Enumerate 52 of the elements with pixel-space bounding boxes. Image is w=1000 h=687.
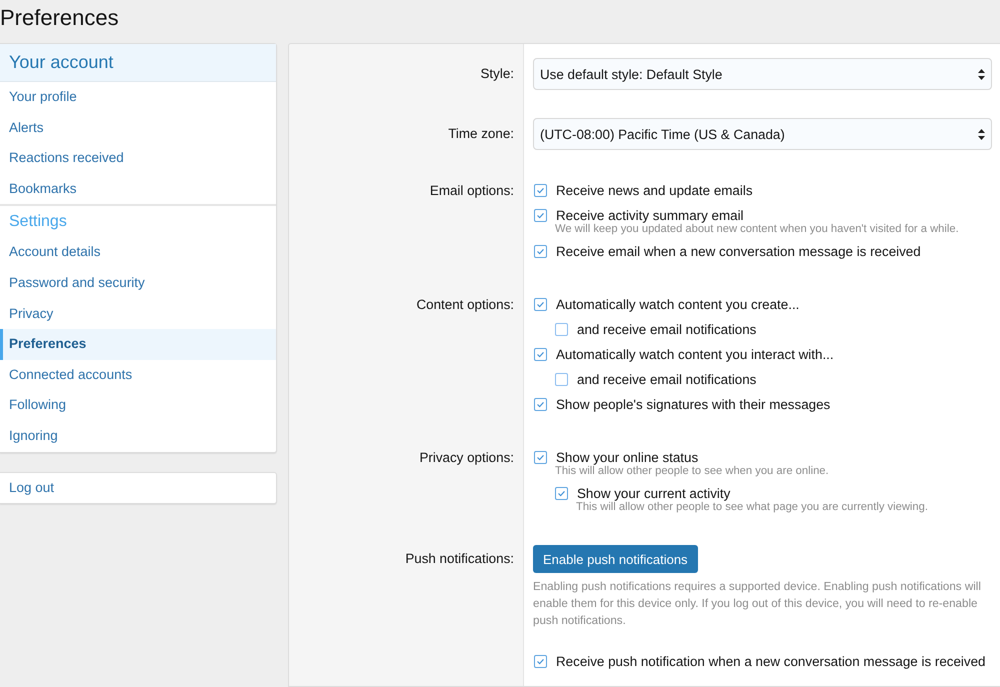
field-label: Style:: [480, 65, 515, 83]
checkbox[interactable]: [534, 451, 547, 464]
checkbox[interactable]: [534, 298, 547, 311]
menu-item[interactable]: Alerts: [0, 112, 276, 144]
checkbox-label[interactable]: and receive email notifications: [577, 372, 756, 387]
select-field[interactable]: Use default style: Default Style: [533, 58, 992, 90]
checkbox-label[interactable]: Receive news and update emails: [556, 183, 753, 198]
checkbox[interactable]: [534, 209, 547, 222]
menu-item[interactable]: Connected accounts: [0, 360, 276, 390]
checkbox[interactable]: [534, 348, 547, 361]
select-field[interactable]: (UTC-08:00) Pacific Time (US & Canada): [533, 118, 992, 150]
checkbox-label[interactable]: Receive push notification when a new conversation message is received: [556, 654, 986, 669]
checkbox[interactable]: [534, 398, 547, 411]
menu-item[interactable]: Your profile: [0, 82, 276, 113]
section-heading: Settings: [0, 204, 276, 238]
menu-item[interactable]: Account details: [0, 237, 276, 268]
checkbox[interactable]: [534, 245, 547, 258]
checkbox[interactable]: [534, 184, 547, 197]
section-heading: Your account: [0, 44, 276, 82]
log-out-link[interactable]: Log out: [0, 472, 276, 503]
checkbox[interactable]: [534, 655, 547, 668]
hint-text: This will allow other people to see when you are online.: [555, 465, 830, 477]
menu-item[interactable]: Reactions received: [0, 143, 276, 174]
menu-item[interactable]: Bookmarks: [0, 174, 276, 204]
checkbox-label[interactable]: Show people's signatures with their messages: [556, 397, 830, 412]
menu-item[interactable]: Following: [0, 390, 276, 421]
checkbox[interactable]: [555, 487, 568, 500]
updown-arrow-icon: [978, 68, 985, 80]
enable-push-button[interactable]: Enable push notifications: [533, 545, 698, 573]
checkbox[interactable]: [555, 373, 568, 386]
checkbox-label[interactable]: Show your online status: [556, 450, 698, 465]
checkbox-label[interactable]: Receive activity summary email: [556, 208, 744, 223]
updown-arrow-icon: [978, 128, 985, 140]
hint-text: We will keep you updated about new content when you haven't visited for a while.: [555, 223, 960, 235]
field-label: Content options:: [415, 296, 515, 314]
hint-text: Enabling push notifications requires a supported device. Enabling push notifications will enable them for this device only. If you log out of this device, you will need to re-enable push notifications.: [533, 579, 982, 629]
checkbox-label[interactable]: Show your current activity: [577, 486, 730, 501]
menu-item[interactable]: Preferences: [0, 329, 276, 360]
checkbox-label[interactable]: Receive email when a new conversation message is received: [556, 244, 921, 259]
checkbox-label[interactable]: Automatically watch content you create...: [556, 297, 800, 312]
menu-item[interactable]: Password and security: [0, 268, 276, 299]
checkbox[interactable]: [555, 323, 568, 336]
field-label: Privacy options:: [418, 449, 515, 467]
page-title: Preferences: [0, 4, 120, 32]
field-label: Email options:: [428, 182, 515, 200]
menu-item[interactable]: Privacy: [0, 298, 276, 330]
checkbox-label[interactable]: and receive email notifications: [577, 322, 756, 337]
field-label: Push notifications:: [404, 550, 515, 568]
checkbox-label[interactable]: Automatically watch content you interact with...: [556, 347, 834, 362]
field-label: Time zone:: [447, 125, 515, 143]
menu-item[interactable]: Ignoring: [0, 420, 276, 452]
hint-text: This will allow other people to see what page you are currently viewing.: [576, 501, 929, 513]
